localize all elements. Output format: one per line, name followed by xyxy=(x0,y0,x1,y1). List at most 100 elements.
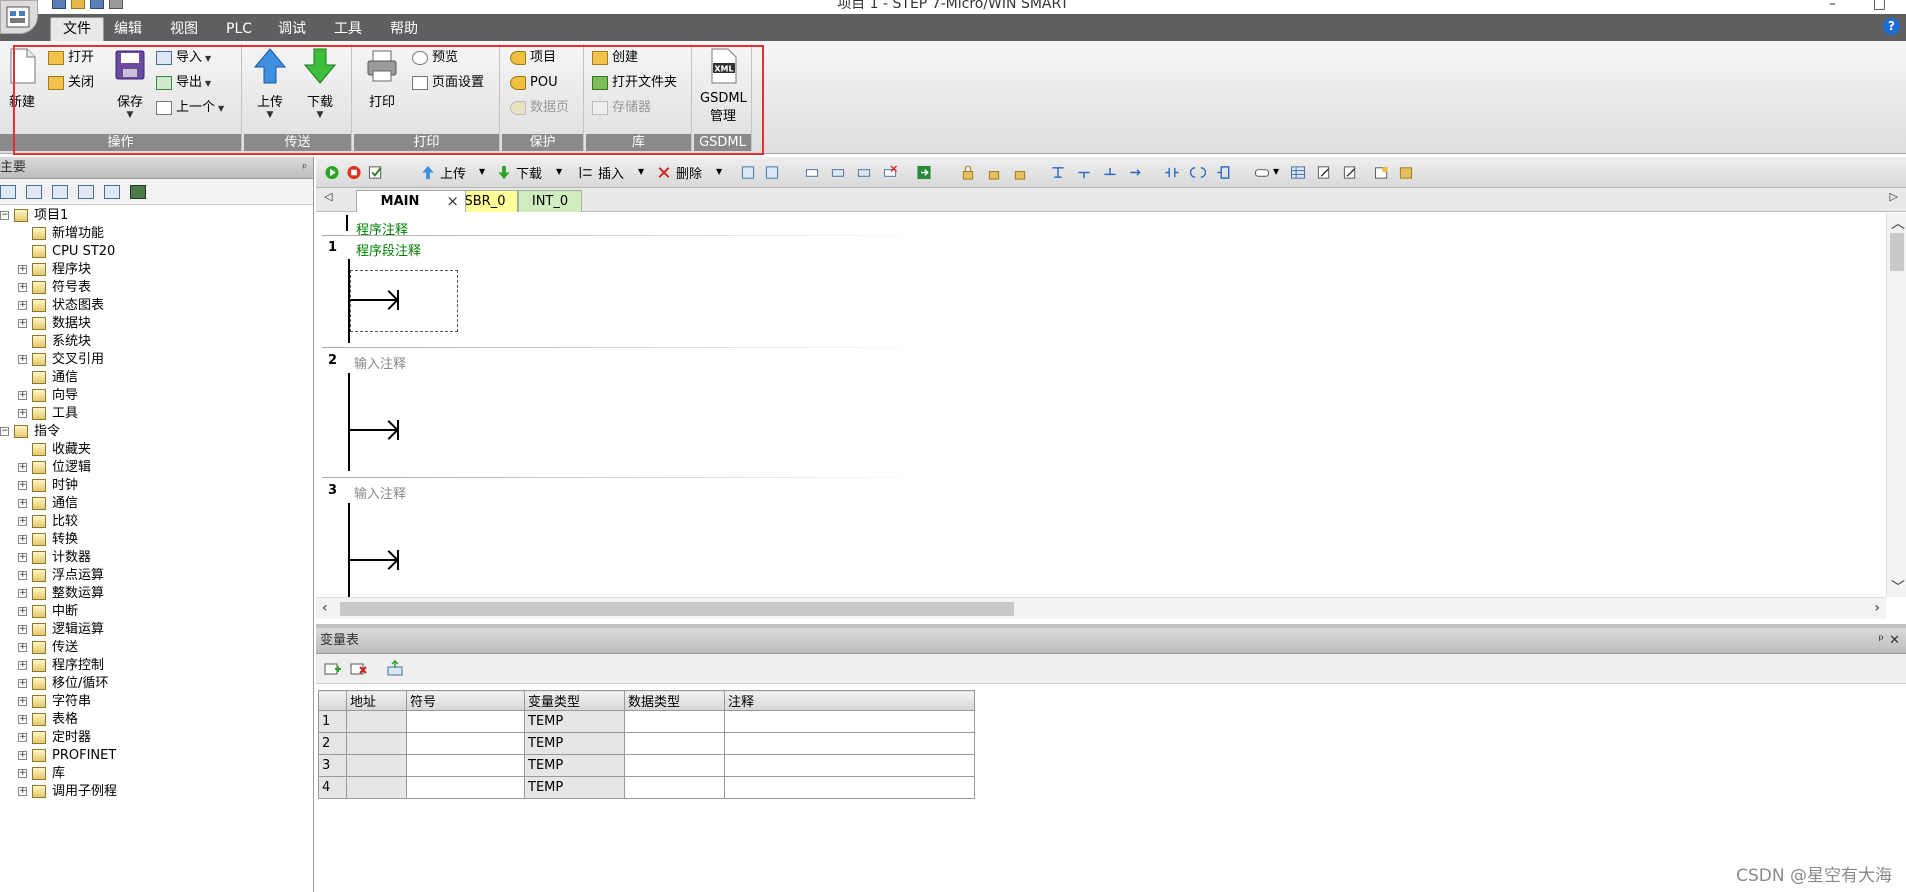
expand-icon[interactable]: + xyxy=(18,265,27,274)
tree-item[interactable]: + 计数器 xyxy=(0,549,313,567)
var-type-cell[interactable]: TEMP xyxy=(524,732,625,755)
expand-icon[interactable]: + xyxy=(18,769,27,778)
upload-button[interactable]: 上传 ▼ xyxy=(248,47,292,120)
tree-view-icon-2[interactable] xyxy=(26,184,42,199)
save-button[interactable]: 保存 ▼ xyxy=(108,47,152,120)
expand-icon[interactable]: + xyxy=(18,463,27,472)
tree-view-icon-1[interactable] xyxy=(0,184,16,199)
expand-icon[interactable]: + xyxy=(18,409,27,418)
tree-item[interactable]: + 字符串 xyxy=(0,693,313,711)
symbol-cell[interactable] xyxy=(406,732,525,755)
editor-vertical-scrollbar[interactable]: ︿ ﹀ xyxy=(1886,213,1906,597)
network-1-cursor[interactable] xyxy=(350,270,458,332)
expand-icon[interactable]: + xyxy=(18,589,27,598)
close-button[interactable]: 关闭 xyxy=(48,73,94,93)
lock-icon[interactable] xyxy=(960,165,976,180)
page-setup-button[interactable]: 页面设置 xyxy=(412,73,484,93)
menu-file[interactable]: 文件 xyxy=(50,17,104,41)
data-type-cell[interactable] xyxy=(624,754,725,777)
expand-icon[interactable]: + xyxy=(18,571,27,580)
save-dropdown-icon[interactable]: ▼ xyxy=(108,110,152,120)
stop-icon[interactable] xyxy=(346,165,362,180)
open-library-folder-button[interactable]: 打开文件夹 xyxy=(592,73,677,93)
expand-icon[interactable]: + xyxy=(18,391,27,400)
symbol-cell[interactable] xyxy=(406,754,525,777)
expand-icon[interactable]: + xyxy=(18,787,27,796)
tree-item[interactable]: + 位逻辑 xyxy=(0,459,313,477)
expand-icon[interactable]: + xyxy=(18,283,27,292)
menu-plc[interactable]: PLC xyxy=(214,18,264,41)
scroll-up-icon[interactable]: ︿ xyxy=(1891,213,1905,233)
tree-item[interactable]: + 数据块 xyxy=(0,315,313,333)
tree-item[interactable]: + 通信 xyxy=(0,495,313,513)
remove-bookmark-icon[interactable] xyxy=(882,165,898,180)
print-button[interactable]: 打印 xyxy=(360,47,404,110)
application-button[interactable] xyxy=(0,0,38,34)
tree-item[interactable]: + 符号表 xyxy=(0,279,313,297)
qat-new-icon[interactable] xyxy=(52,0,66,9)
table-row[interactable]: 2 TEMP xyxy=(318,732,975,755)
var-type-cell[interactable]: TEMP xyxy=(524,754,625,777)
toolbar-download-label[interactable]: 下载 xyxy=(516,163,542,182)
tree-item[interactable]: + 时钟 xyxy=(0,477,313,495)
import-button[interactable]: 导入 ▼ xyxy=(156,48,211,68)
tab-main[interactable]: MAIN × xyxy=(356,190,466,212)
properties-icon[interactable] xyxy=(1398,165,1414,180)
address-cell[interactable] xyxy=(346,776,407,799)
table-icon[interactable] xyxy=(1290,165,1306,180)
expand-icon[interactable]: + xyxy=(18,679,27,688)
tree-item[interactable]: CPU ST20 xyxy=(0,243,313,261)
coil-icon[interactable] xyxy=(1190,165,1206,180)
line-up-icon[interactable] xyxy=(1102,165,1118,180)
toolbar-download-icon[interactable] xyxy=(496,165,512,180)
comment-cell[interactable] xyxy=(724,732,975,755)
tree-item[interactable]: 收藏夹 xyxy=(0,441,313,459)
tree-item[interactable]: 系统块 xyxy=(0,333,313,351)
tree-item[interactable]: + 浮点运算 xyxy=(0,567,313,585)
expand-icon[interactable]: + xyxy=(18,355,27,364)
tree-view-icon-4[interactable] xyxy=(78,184,94,199)
table-row[interactable]: 3 TEMP xyxy=(318,754,975,777)
network-2-comment[interactable]: 输入注释 xyxy=(354,353,406,372)
column-header-comment[interactable]: 注释 xyxy=(724,690,975,711)
tree-item[interactable]: + 逻辑运算 xyxy=(0,621,313,639)
symbol-cell[interactable] xyxy=(406,710,525,733)
open-button[interactable]: 打开 xyxy=(48,48,94,68)
expand-icon[interactable]: + xyxy=(18,643,27,652)
column-header-var-type[interactable]: 变量类型 xyxy=(524,690,625,711)
tab-close-icon[interactable]: × xyxy=(446,191,459,212)
delete-icon[interactable] xyxy=(656,165,672,180)
branch-down-icon[interactable] xyxy=(1050,165,1066,180)
create-library-button[interactable]: 创建 xyxy=(592,48,638,68)
address-cell[interactable] xyxy=(346,754,407,777)
horizontal-scroll-thumb[interactable] xyxy=(340,602,1014,616)
tree-item[interactable]: + 程序块 xyxy=(0,261,313,279)
project-protect-button[interactable]: 项目 xyxy=(510,48,556,68)
menu-view[interactable]: 视图 xyxy=(158,18,210,41)
tree-item[interactable]: − 指令 xyxy=(0,423,313,441)
tree-item[interactable]: 新增功能 xyxy=(0,225,313,243)
tree-item[interactable]: + 交叉引用 xyxy=(0,351,313,369)
network-1-comment[interactable]: 程序段注释 xyxy=(356,240,421,259)
tree-item[interactable]: + 传送 xyxy=(0,639,313,657)
expand-icon[interactable]: + xyxy=(18,625,27,634)
gsdml-manage-button[interactable]: XML GSDML 管理 xyxy=(700,47,747,124)
go-back-icon[interactable] xyxy=(830,165,846,180)
tree-item[interactable]: + 定时器 xyxy=(0,729,313,747)
function-box-icon[interactable] xyxy=(1216,165,1232,180)
expand-icon[interactable]: + xyxy=(18,733,27,742)
table-row[interactable]: 1 TEMP xyxy=(318,710,975,733)
delete-label[interactable]: 删除 xyxy=(676,163,702,182)
comment-cell[interactable] xyxy=(724,710,975,733)
menu-tools[interactable]: 工具 xyxy=(322,18,374,41)
help-icon[interactable]: ? xyxy=(1883,18,1900,35)
tree-item[interactable]: + 转换 xyxy=(0,531,313,549)
bookmark-next-icon[interactable] xyxy=(764,165,780,180)
qat-print-icon[interactable] xyxy=(109,0,123,9)
tree-item[interactable]: + 中断 xyxy=(0,603,313,621)
tree-item[interactable]: + 库 xyxy=(0,765,313,783)
var-type-cell[interactable]: TEMP xyxy=(524,776,625,799)
edit-note-icon[interactable] xyxy=(1316,165,1332,180)
tree-item[interactable]: + 工具 xyxy=(0,405,313,423)
symbol-icon[interactable] xyxy=(1254,165,1270,180)
